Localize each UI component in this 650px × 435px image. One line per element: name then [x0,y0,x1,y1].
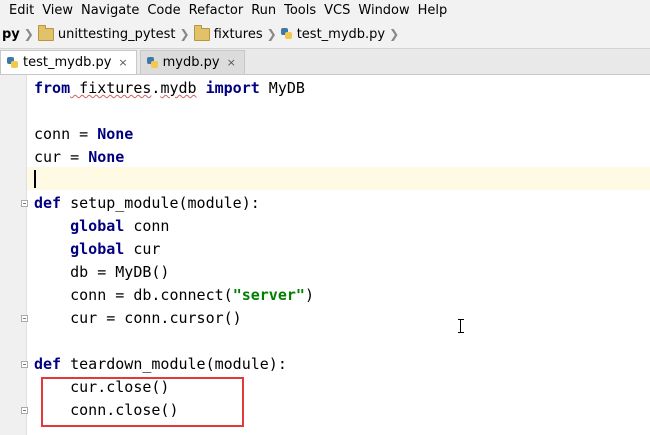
code-line-8: global cur [34,238,160,261]
keyword: from [34,79,71,97]
menu-view[interactable]: View [38,3,77,18]
code-line-10: conn = db.connect("server") [34,284,314,307]
menu-edit[interactable]: Edit [5,3,38,18]
code-editor[interactable]: from fixtures.mydb import MyDB conn = No… [0,75,650,435]
breadcrumb-file[interactable]: test_mydb.py [280,26,386,42]
breadcrumb-root[interactable]: py [2,27,20,42]
fold-marker-icon[interactable] [21,200,28,207]
menu-window[interactable]: Window [354,3,413,18]
code-line-3: conn = None [34,123,133,146]
keyword: None [88,148,125,166]
fold-marker-icon[interactable] [21,315,28,322]
string-literal: "server" [232,286,305,304]
code-text: cur = [34,148,89,166]
ibeam-cursor-icon [458,319,464,333]
code-line-11: cur = conn.cursor() [34,309,242,327]
menu-refactor[interactable]: Refactor [185,3,248,18]
current-line-highlight [27,167,650,190]
fold-marker-icon[interactable] [21,361,28,368]
code-text: setup_module(module): [61,194,260,212]
menu-bar: Edit View Navigate Code Refactor Run Too… [0,0,650,20]
code-line-13: def teardown_module(module): [34,353,287,376]
code-text: ) [304,286,314,304]
breadcrumb-file-label: test_mydb.py [296,26,386,42]
code-text: teardown_module(module): [61,355,287,373]
editor-gutter [0,75,27,435]
python-file-icon [7,56,19,69]
code-line-4: cur = None [34,146,124,169]
tab-label: mydb.py [162,55,220,70]
keyword: None [97,125,134,143]
code-line-1: from fixtures.mydb import MyDB [34,77,305,100]
python-file-icon [146,56,159,69]
annotation-highlight-box [41,377,244,427]
menu-vcs[interactable]: VCS [320,3,354,18]
folder-icon [193,24,210,41]
close-icon[interactable]: × [118,56,127,69]
keyword: def [34,194,62,212]
code-line-7: global conn [34,215,169,238]
module-name: mydb [160,79,197,97]
text-caret [34,170,36,188]
tab-test-mydb[interactable]: test_mydb.py × [0,50,137,74]
keyword: global [70,240,125,258]
menu-tools[interactable]: Tools [280,3,320,18]
chevron-right-icon: ❯ [179,27,190,41]
chevron-right-icon: ❯ [389,27,400,41]
keyword: import [196,79,260,97]
breadcrumb-folder-label: fixtures [213,26,263,42]
close-icon[interactable]: × [227,56,236,69]
folder-icon [37,24,54,41]
menu-run[interactable]: Run [247,3,280,18]
menu-code[interactable]: Code [143,3,184,18]
chevron-right-icon: ❯ [23,27,34,41]
editor-tab-strip: test_mydb.py × mydb.py × [0,49,650,75]
menu-navigate[interactable]: Navigate [77,3,143,18]
module-name: fixtures [70,79,152,97]
keyword: global [70,217,125,235]
breadcrumb-project[interactable]: unittesting_pytest [37,24,176,42]
tab-label: test_mydb.py [23,55,112,70]
tab-mydb[interactable]: mydb.py × [139,50,245,74]
breadcrumb: py ❯ unittesting_pytest ❯ fixtures ❯ tes… [0,20,650,49]
code-text: conn [124,217,170,235]
breadcrumb-project-label: unittesting_pytest [57,26,176,42]
keyword: def [34,355,62,373]
fold-marker-icon[interactable] [21,407,28,414]
code-text: conn = [34,125,98,143]
code-text: cur [124,240,161,258]
code-line-9: db = MyDB() [34,263,170,281]
code-text: conn = db.connect( [34,286,233,304]
python-file-icon [280,28,293,40]
menu-help[interactable]: Help [414,3,452,18]
breadcrumb-folder[interactable]: fixtures [193,24,263,42]
import-name: MyDB [259,79,305,97]
chevron-right-icon: ❯ [266,27,277,41]
code-line-6: def setup_module(module): [34,192,260,215]
